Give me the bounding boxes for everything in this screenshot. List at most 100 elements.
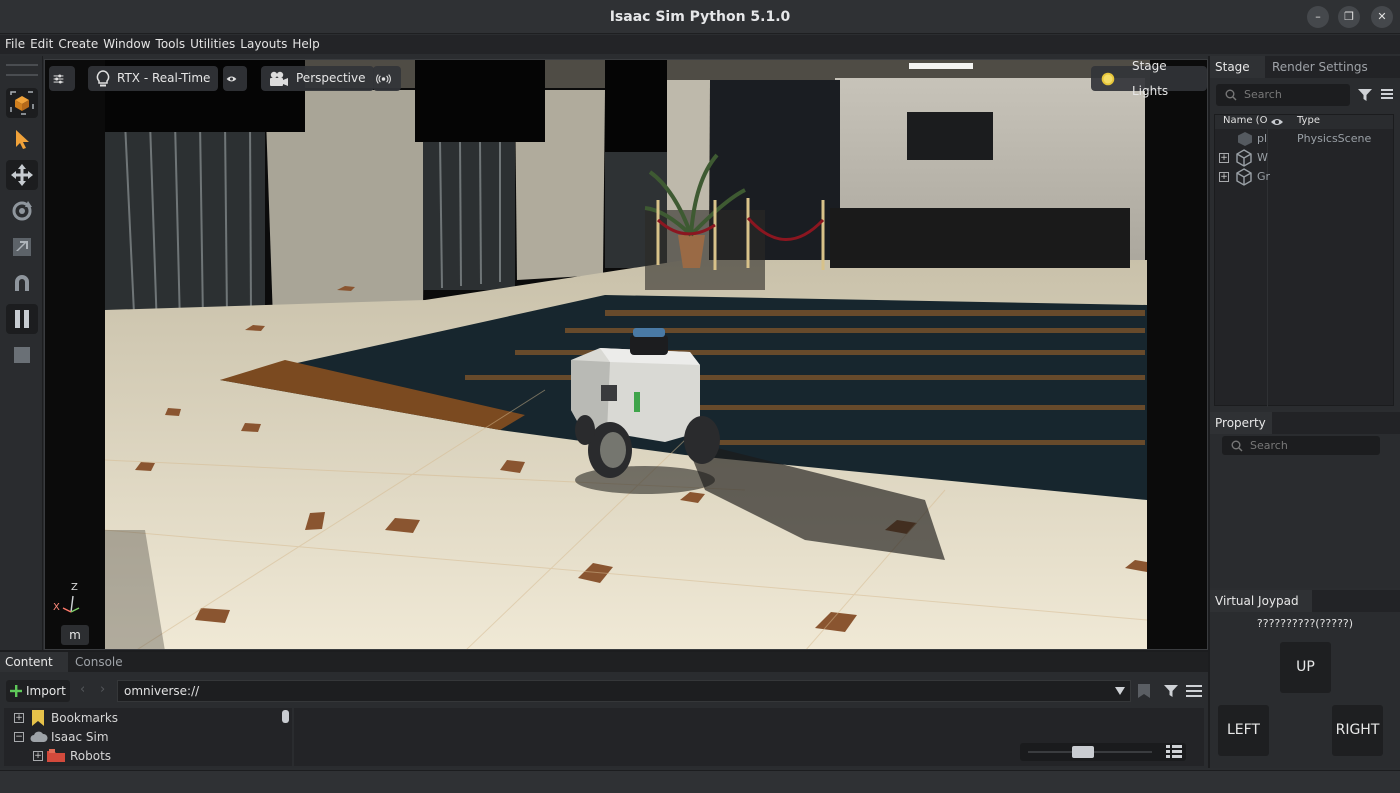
menu-window[interactable]: Window — [103, 35, 150, 54]
content-tree[interactable]: + Bookmarks − Isaac Sim + Robots — [4, 708, 292, 766]
scale-tool-button[interactable] — [6, 232, 38, 262]
stage-tree[interactable]: Name (O Type pl PhysicsScene + W + Gr — [1214, 114, 1394, 407]
tab-content[interactable]: Content — [0, 652, 68, 672]
menu-create[interactable]: Create — [58, 35, 98, 54]
stage-row-world[interactable]: + W — [1215, 149, 1391, 167]
status-bar — [0, 770, 1400, 793]
viewport-render[interactable] — [45, 60, 1208, 650]
left-toolbar — [0, 56, 43, 650]
import-button[interactable]: Import — [6, 680, 70, 702]
tab-stage[interactable]: Stage — [1210, 56, 1265, 78]
tree-item-robots[interactable]: + Robots — [4, 747, 274, 765]
joypad-tab-bar: Virtual Joypad — [1210, 590, 1400, 612]
visibility-button[interactable] — [223, 66, 247, 91]
move-tool-button[interactable] — [6, 160, 38, 190]
minimize-button[interactable]: – — [1307, 6, 1329, 28]
thumbnail-size-control[interactable] — [1020, 743, 1186, 761]
sun-icon — [1101, 72, 1115, 85]
menu-help[interactable]: Help — [292, 35, 319, 54]
menu-layouts[interactable]: Layouts — [240, 35, 287, 54]
viewport[interactable]: RTX - Real-Time Perspective Stage Lights… — [44, 59, 1208, 650]
property-panel: Property Search — [1210, 412, 1400, 588]
thumbnail-slider-handle[interactable] — [1072, 746, 1094, 758]
expand-toggle[interactable]: + — [1219, 153, 1229, 163]
close-button[interactable]: ✕ — [1371, 6, 1393, 28]
lightbulb-icon — [96, 69, 110, 86]
joypad-up-button[interactable]: UP — [1280, 642, 1331, 693]
renderer-dropdown[interactable]: RTX - Real-Time — [88, 66, 219, 91]
stage-lights-dropdown[interactable]: Stage Lights — [1091, 60, 1207, 98]
stop-button[interactable] — [6, 340, 38, 370]
column-name[interactable]: Name (O — [1223, 115, 1267, 126]
tree-scrollbar[interactable] — [282, 710, 289, 723]
visibility-column-icon[interactable] — [1270, 117, 1284, 127]
pause-icon — [15, 310, 29, 328]
camera-dropdown[interactable]: Perspective — [261, 66, 374, 91]
expand-toggle[interactable]: − — [14, 732, 24, 742]
sliders-icon — [53, 73, 64, 84]
property-search-input[interactable]: Search — [1222, 436, 1380, 455]
joypad-left-button[interactable]: LEFT — [1218, 705, 1269, 756]
expand-toggle[interactable]: + — [1219, 172, 1229, 182]
tree-item-isaac-sim[interactable]: − Isaac Sim — [4, 728, 274, 746]
menu-tools[interactable]: Tools — [156, 35, 186, 54]
toolbar-grip[interactable] — [6, 64, 38, 76]
menu-icon[interactable] — [1186, 684, 1202, 698]
expand-toggle[interactable]: + — [33, 751, 43, 761]
move-arrows-icon — [11, 164, 33, 186]
menu-icon[interactable] — [1380, 87, 1394, 101]
column-type[interactable]: Type — [1297, 115, 1320, 126]
panel-splitter[interactable] — [0, 650, 1208, 652]
grid-view-icon[interactable] — [1166, 745, 1182, 759]
viewport-settings-button[interactable] — [49, 66, 75, 91]
tab-virtual-joypad[interactable]: Virtual Joypad — [1210, 590, 1312, 612]
title-bar: Isaac Sim Python 5.1.0 – ❐ ✕ — [0, 0, 1400, 34]
snap-tool-button[interactable] — [6, 268, 38, 298]
tab-property[interactable]: Property — [1210, 412, 1272, 434]
pause-button[interactable] — [6, 304, 38, 334]
rotate-tool-button[interactable] — [6, 196, 38, 226]
magnet-icon — [15, 275, 29, 291]
menu-file[interactable]: File — [5, 35, 25, 54]
tab-console[interactable]: Console — [70, 652, 140, 672]
path-input[interactable]: omniverse:// — [117, 680, 1131, 702]
cube-select-icon — [10, 91, 34, 115]
bookmark-icon — [32, 710, 44, 726]
window-title: Isaac Sim Python 5.1.0 — [609, 9, 791, 25]
stage-tree-header: Name (O Type — [1215, 115, 1393, 129]
tab-render-settings[interactable]: Render Settings — [1267, 56, 1379, 78]
menu-edit[interactable]: Edit — [30, 35, 53, 54]
back-arrow-icon[interactable]: ‹ — [80, 682, 85, 697]
renderer-label: RTX - Real-Time — [117, 71, 211, 85]
content-toolbar: Import ‹ › omniverse:// — [4, 679, 1204, 703]
broadcast-button[interactable] — [373, 66, 401, 91]
xform-icon — [1236, 168, 1252, 186]
expand-toggle[interactable]: + — [14, 713, 24, 723]
forward-arrow-icon[interactable]: › — [100, 682, 105, 697]
bookmark-icon[interactable] — [1137, 683, 1151, 699]
content-files-area[interactable] — [294, 708, 1204, 766]
stage-row-type: PhysicsScene — [1297, 132, 1372, 145]
import-label: Import — [26, 684, 66, 698]
filter-icon[interactable] — [1357, 87, 1373, 103]
select-mode-button[interactable] — [6, 88, 38, 118]
chevron-down-icon[interactable] — [1114, 686, 1126, 696]
content-panel: Content Console Import ‹ › omniverse:// … — [0, 652, 1208, 768]
menu-utilities[interactable]: Utilities — [190, 35, 235, 54]
stage-row-ground[interactable]: + Gr — [1215, 168, 1391, 186]
stage-search-input[interactable]: Search — [1216, 84, 1350, 106]
stage-row-name: Gr — [1257, 170, 1271, 183]
units-chip[interactable]: m — [61, 625, 89, 645]
video-camera-icon — [270, 71, 288, 86]
tree-item-bookmarks[interactable]: + Bookmarks — [4, 709, 274, 727]
panel-splitter[interactable] — [1208, 56, 1210, 768]
restore-button[interactable]: ❐ — [1338, 6, 1360, 28]
menu-bar: File Edit Create Window Tools Utilities Layout… — [0, 35, 1400, 54]
rotate-icon — [12, 201, 32, 221]
joypad-right-button[interactable]: RIGHT — [1332, 705, 1383, 756]
eye-icon — [226, 76, 237, 81]
property-search-placeholder: Search — [1250, 439, 1288, 452]
filter-icon[interactable] — [1163, 683, 1179, 699]
stage-row-physics-scene[interactable]: pl PhysicsScene — [1215, 130, 1391, 148]
select-tool-button[interactable] — [6, 124, 38, 154]
